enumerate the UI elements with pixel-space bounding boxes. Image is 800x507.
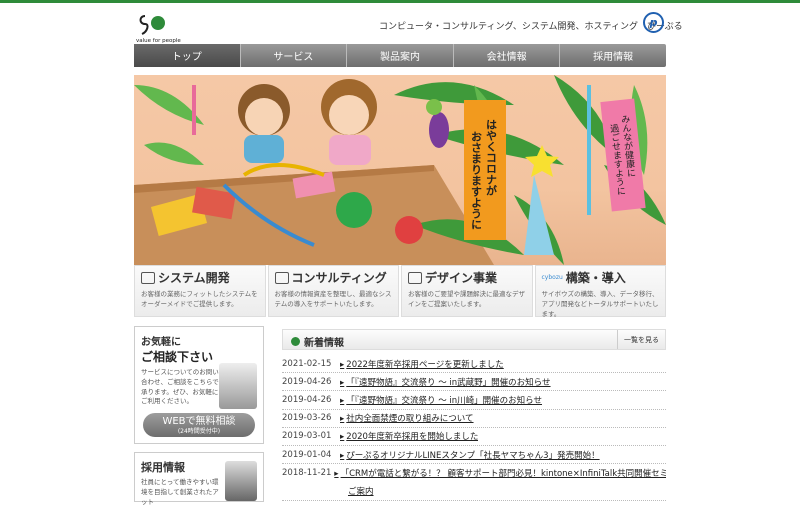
web-consult-button[interactable]: WEBで無料相談 (24時間受付中) [143, 413, 255, 437]
laptop-icon [141, 271, 155, 284]
news-link[interactable]: 「CRMが電話と繋がる！？ 顧客サポート部門必見！kintone×InfiniT… [334, 467, 666, 479]
list-item: 2019-04-26 「『遠野物語』交流祭り ～ in川崎」開催のお知らせ [282, 391, 666, 410]
news-date: 2019-03-01 [282, 431, 332, 442]
feature-desc: サイボウズの構築、導入、データ移行、アプリ開発などトータルサポートいたします。 [541, 290, 659, 318]
feature-title: システム開発 [158, 271, 230, 285]
consult-card: お気軽に ご相談下さい サービスについてのお問い合わせ、ご相談をこちらで承ります… [134, 326, 264, 444]
news-link[interactable]: 「『遠野物語』交流祭り ～ in武蔵野」開催のお知らせ [340, 376, 550, 388]
feature-build[interactable]: cybozu 構築・導入 サイボウズの構築、導入、データ移行、アプリ開発などトータ… [534, 265, 666, 318]
news-link[interactable]: ぴーぷるオリジナルLINEスタンプ「社長ヤマちゃん3」発売開始！ [340, 449, 599, 461]
list-item: 2021-02-15 2022年度新卒採用ページを更新しました [282, 355, 666, 374]
tanabata-illustration: はやくコロナが おさまりますように みんなが健康に 過ごせますように [134, 75, 666, 265]
list-item: 2019-01-04 ぴーぷるオリジナルLINEスタンプ「社長ヤマちゃん3」発売開… [282, 446, 666, 465]
news-date: 2019-04-26 [282, 376, 332, 387]
news-date: 2019-04-26 [282, 394, 332, 405]
news-link[interactable]: 2020年度新卒採用を開始しました [340, 430, 478, 442]
feature-consulting[interactable]: コンサルティング お客様の情報資産を整理し、最適なシステムの導入をサポートいたし… [267, 265, 399, 317]
company-emblem-icon: p [643, 12, 664, 33]
news-date: 2021-02-15 [282, 358, 332, 369]
main-nav: トップ サービス 製品案内 会社情報 採用情報 [134, 44, 666, 67]
recruit-card[interactable]: 採用情報 社員にとって働きやすい環境を目指して創業されたアット [134, 452, 264, 506]
list-item: 2019-03-01 2020年度新卒採用を開始しました [282, 428, 666, 446]
feature-desc: お客様の情報資産を整理し、最適なシステムの導入をサポートいたします。 [274, 290, 392, 308]
tanzaku-1-line2: おさまりますように [470, 131, 483, 230]
news-list: 2021-02-15 2022年度新卒採用ページを更新しました 2019-04-2… [282, 355, 666, 501]
consult-text: サービスについてのお問い合わせ、ご相談をこちらで承ります。ぜひ、お気軽にご利用く… [141, 368, 219, 406]
news-title: 新着情報 [304, 338, 344, 349]
web-consult-label: WEBで無料相談 [162, 416, 236, 427]
pen-icon [408, 271, 422, 284]
list-item: 2019-04-26 「『遠野物語』交流祭り ～ in武蔵野」開催のお知らせ [282, 373, 666, 392]
feature-title: デザイン事業 [425, 271, 498, 285]
tanzaku-1-line1: はやくコロナが [485, 119, 498, 196]
hero-banner[interactable]: はやくコロナが おさまりますように みんなが健康に 過ごせますように [134, 75, 666, 265]
bullet-icon [291, 337, 300, 346]
news-date: 2018-11-21 [282, 468, 332, 479]
cybozu-badge: cybozu [541, 274, 563, 281]
page-container: value for people コンピュータ・コンサルティング、システム開発、… [134, 3, 683, 506]
news-date: 2019-03-26 [282, 413, 332, 424]
news-link-continued[interactable]: ご案内 [346, 485, 374, 497]
list-item: ご案内 [282, 482, 666, 501]
feature-system-dev[interactable]: システム開発 お客様の業務にフィットしたシステムを オーダーメイドでご提供します… [134, 265, 266, 317]
nav-company[interactable]: 会社情報 [454, 44, 561, 67]
nav-products[interactable]: 製品案内 [347, 44, 454, 67]
keyboard-photo [219, 363, 257, 409]
list-item: 2019-03-26 社内全面禁煙の取り組みについて [282, 410, 666, 428]
nav-top[interactable]: トップ [134, 44, 241, 67]
company-logo[interactable]: value for people [136, 12, 196, 44]
feature-design[interactable]: デザイン事業 お客様のご要望や課題解決に最適なデザインをご提案いたします。 [401, 265, 533, 317]
list-item: 2018-11-21「CRMが電話と繋がる！？ 顧客サポート部門必見！kinto… [282, 464, 666, 482]
news-header: 新着情報 一覧を見る [282, 329, 666, 350]
site-tagline: コンピュータ・コンサルティング、システム開発、ホスティング ぴーぷる [379, 22, 683, 32]
web-consult-sublabel: (24時間受付中) [177, 428, 221, 435]
feature-desc: お客様のご要望や課題解決に最適なデザインをご提案いたします。 [408, 290, 525, 308]
service-features: システム開発 お客様の業務にフィットしたシステムを オーダーメイドでご提供します… [134, 265, 666, 318]
consult-heading-1: お気軽に [141, 337, 181, 348]
recruit-text: 社員にとって働きやすい環境を目指して創業されたアット [141, 478, 219, 506]
news-link[interactable]: 2022年度新卒採用ページを更新しました [340, 358, 503, 370]
feature-desc: お客様の業務にフィットしたシステムを オーダーメイドでご提供します。 [141, 290, 258, 308]
news-more-link[interactable]: 一覧を見る [617, 330, 665, 349]
feature-title: 構築・導入 [565, 271, 626, 285]
feature-title: コンサルティング [291, 271, 387, 285]
nav-recruit[interactable]: 採用情報 [560, 44, 666, 67]
news-link[interactable]: 「『遠野物語』交流祭り ～ in川崎」開催のお知らせ [340, 394, 542, 406]
handshake-icon [274, 271, 289, 284]
news-date: 2019-01-04 [282, 449, 332, 460]
staff-photo [225, 461, 257, 501]
nav-services[interactable]: サービス [241, 44, 348, 67]
news-link[interactable]: 社内全面禁煙の取り組みについて [340, 412, 473, 424]
